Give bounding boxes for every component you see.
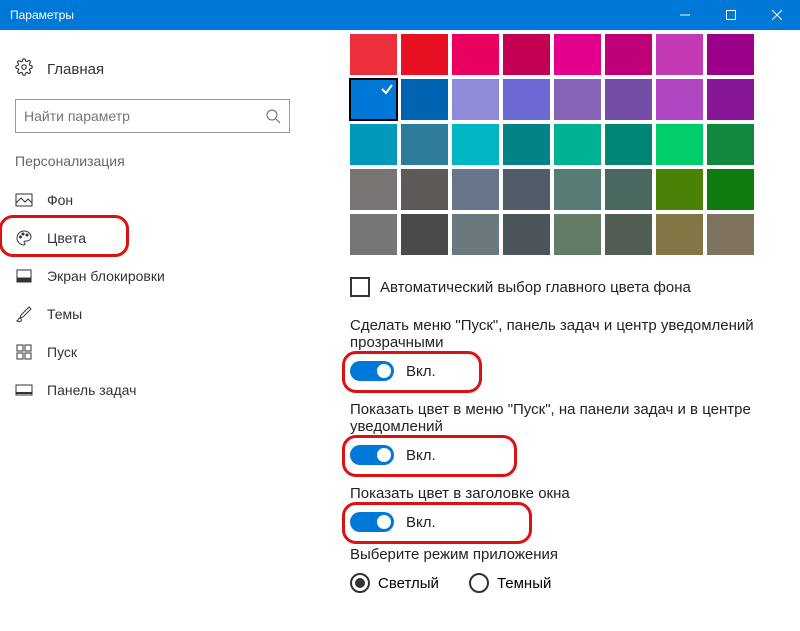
sidebar-item-label: Панель задач xyxy=(47,382,136,398)
color-swatch[interactable] xyxy=(401,214,448,255)
auto-color-row[interactable]: Автоматический выбор главного цвета фона xyxy=(350,277,800,297)
color-swatch[interactable] xyxy=(401,79,448,120)
sidebar-item-label: Фон xyxy=(47,192,73,208)
color-swatch[interactable] xyxy=(605,34,652,75)
transparency-desc: Сделать меню "Пуск", панель задач и цент… xyxy=(350,317,770,351)
color-swatch[interactable] xyxy=(656,34,703,75)
showcolor-title-block: Показать цвет в заголовке окна Вкл. xyxy=(350,485,800,532)
lockscreen-icon xyxy=(15,267,33,285)
sidebar-item-themes[interactable]: Темы xyxy=(5,295,300,333)
sidebar: Главная Персонализация Фон Цвета xyxy=(0,30,305,631)
color-swatch[interactable] xyxy=(554,124,601,165)
color-swatch[interactable] xyxy=(656,79,703,120)
showcolor-start-desc: Показать цвет в меню "Пуск", на панели з… xyxy=(350,401,770,435)
color-swatch[interactable] xyxy=(656,124,703,165)
color-swatch[interactable] xyxy=(554,79,601,120)
color-swatch[interactable] xyxy=(452,124,499,165)
color-swatch[interactable] xyxy=(350,124,397,165)
color-swatch[interactable] xyxy=(350,169,397,210)
color-swatch[interactable] xyxy=(707,34,754,75)
color-swatch[interactable] xyxy=(656,214,703,255)
home-link[interactable]: Главная xyxy=(5,50,300,99)
auto-color-label: Автоматический выбор главного цвета фона xyxy=(380,279,691,296)
start-icon xyxy=(15,343,33,361)
home-label: Главная xyxy=(47,61,104,78)
color-swatch[interactable] xyxy=(452,34,499,75)
sidebar-item-label: Экран блокировки xyxy=(47,268,165,284)
toggle-showcolor-start[interactable] xyxy=(350,445,394,465)
checkbox-auto-color[interactable] xyxy=(350,277,370,297)
color-swatch[interactable] xyxy=(350,34,397,75)
color-swatch[interactable] xyxy=(350,79,397,120)
window-title: Параметры xyxy=(10,8,74,22)
search-input-container[interactable] xyxy=(15,99,290,133)
window-body: Главная Персонализация Фон Цвета xyxy=(0,30,800,631)
color-swatch[interactable] xyxy=(452,214,499,255)
close-button[interactable] xyxy=(754,0,800,30)
showcolor-title-desc: Показать цвет в заголовке окна xyxy=(350,485,770,502)
sidebar-item-start[interactable]: Пуск xyxy=(5,333,300,371)
radio-dark-label: Темный xyxy=(497,575,551,592)
minimize-button[interactable] xyxy=(662,0,708,30)
radio-dark[interactable]: Темный xyxy=(469,573,551,593)
color-swatch[interactable] xyxy=(503,169,550,210)
color-swatch[interactable] xyxy=(503,124,550,165)
gear-icon xyxy=(15,58,33,81)
color-swatch[interactable] xyxy=(605,79,652,120)
radio-light[interactable]: Светлый xyxy=(350,573,439,593)
color-swatch[interactable] xyxy=(452,169,499,210)
check-icon xyxy=(380,82,394,96)
color-swatch[interactable] xyxy=(554,34,601,75)
brush-icon xyxy=(15,305,33,323)
titlebar-buttons xyxy=(662,0,800,30)
picture-icon xyxy=(15,191,33,209)
sidebar-item-colors[interactable]: Цвета xyxy=(5,219,300,257)
color-swatch[interactable] xyxy=(605,214,652,255)
color-swatch[interactable] xyxy=(554,214,601,255)
color-swatch[interactable] xyxy=(452,79,499,120)
color-swatch[interactable] xyxy=(554,169,601,210)
sidebar-item-taskbar[interactable]: Панель задач xyxy=(5,371,300,409)
color-palette xyxy=(350,34,800,255)
radio-light-label: Светлый xyxy=(378,575,439,592)
radio-circle-icon xyxy=(469,573,489,593)
color-swatch[interactable] xyxy=(707,169,754,210)
sidebar-item-label: Пуск xyxy=(47,344,77,360)
palette-icon xyxy=(15,229,33,247)
titlebar: Параметры xyxy=(0,0,800,30)
toggle-state: Вкл. xyxy=(406,514,436,531)
transparency-block: Сделать меню "Пуск", панель задач и цент… xyxy=(350,317,800,381)
app-mode-label: Выберите режим приложения xyxy=(350,546,770,563)
toggle-state: Вкл. xyxy=(406,363,436,380)
color-swatch[interactable] xyxy=(350,214,397,255)
radio-circle-icon xyxy=(350,573,370,593)
color-swatch[interactable] xyxy=(707,214,754,255)
sidebar-item-background[interactable]: Фон xyxy=(5,181,300,219)
showcolor-start-block: Показать цвет в меню "Пуск", на панели з… xyxy=(350,401,800,465)
sidebar-item-lockscreen[interactable]: Экран блокировки xyxy=(5,257,300,295)
main-content: Автоматический выбор главного цвета фона… xyxy=(305,30,800,631)
app-mode-block: Выберите режим приложения Светлый Темный xyxy=(350,546,800,593)
toggle-transparency[interactable] xyxy=(350,361,394,381)
maximize-button[interactable] xyxy=(708,0,754,30)
color-swatch[interactable] xyxy=(401,34,448,75)
taskbar-icon xyxy=(15,381,33,399)
color-swatch[interactable] xyxy=(401,169,448,210)
search-input[interactable] xyxy=(24,108,265,124)
sidebar-item-label: Темы xyxy=(47,306,82,322)
color-swatch[interactable] xyxy=(707,79,754,120)
color-swatch[interactable] xyxy=(605,169,652,210)
toggle-showcolor-title[interactable] xyxy=(350,512,394,532)
toggle-state: Вкл. xyxy=(406,447,436,464)
color-swatch[interactable] xyxy=(503,214,550,255)
search-icon xyxy=(265,108,281,124)
sidebar-item-label: Цвета xyxy=(47,230,86,246)
color-swatch[interactable] xyxy=(503,34,550,75)
section-label: Персонализация xyxy=(5,153,300,181)
color-swatch[interactable] xyxy=(503,79,550,120)
color-swatch[interactable] xyxy=(656,169,703,210)
color-swatch[interactable] xyxy=(605,124,652,165)
color-swatch[interactable] xyxy=(401,124,448,165)
color-swatch[interactable] xyxy=(707,124,754,165)
